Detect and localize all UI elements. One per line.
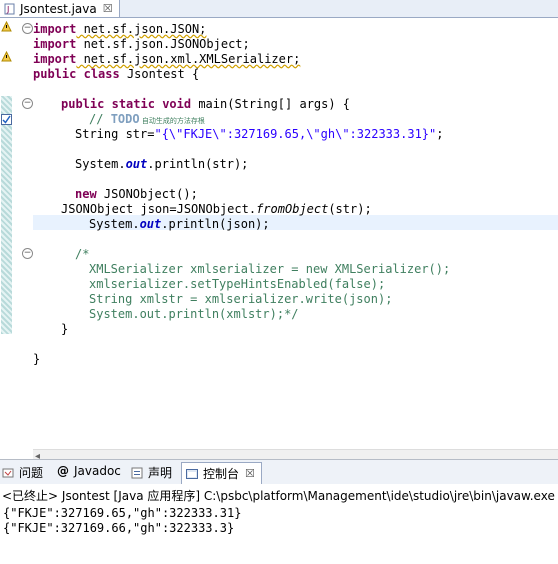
tab-javadoc-label: Javadoc xyxy=(74,464,121,478)
tab-javadoc[interactable]: @ Javadoc xyxy=(57,464,121,478)
editor-tab-label: Jsontest.java xyxy=(20,1,97,16)
code-line-close-class: } xyxy=(33,352,41,366)
code-line-comment-println: System.out.println(xmlstr);*/ xyxy=(89,307,299,321)
code-line-import-jsonobject: import net.sf.json.JSONObject; xyxy=(33,37,250,51)
code-line-class-decl: public class Jsontest { xyxy=(33,67,200,81)
code-line-import-xmlserializer: import net.sf.json.xml.XMLSerializer; xyxy=(33,52,301,66)
code-line-print-json: System.out.println(json); xyxy=(89,217,270,231)
code-line-comment-settypehints: xmlserializer.setTypeHintsEnabled(false)… xyxy=(89,277,386,291)
at-icon: @ xyxy=(57,464,69,478)
tab-declaration[interactable]: 声明 xyxy=(131,464,172,481)
tab-console-label: 控制台 xyxy=(203,467,240,481)
console-output-line: {"FKJE":327169.65,"gh":322333.31} xyxy=(3,506,242,520)
java-file-icon: J xyxy=(4,3,15,14)
declaration-icon xyxy=(131,467,143,478)
change-bar xyxy=(1,96,12,334)
fold-toggle-icon[interactable]: − xyxy=(22,23,33,34)
tab-problems-label: 问题 xyxy=(19,466,44,480)
console-status: <已终止> Jsontest [Java 应用程序] C:\psbc\platf… xyxy=(2,489,558,503)
bottom-panel-tab-bar: 问题 @ Javadoc 声明 控制台 ☒ xyxy=(0,459,558,485)
console-output-line: {"FKJE":327169.66,"gh":322333.3} xyxy=(3,521,235,535)
editor-tab-jsontest[interactable]: J Jsontest.java ☒ xyxy=(0,0,120,17)
console-view[interactable]: <已终止> Jsontest [Java 应用程序] C:\psbc\platf… xyxy=(0,484,558,564)
code-line-new-jsonobject: new JSONObject(); xyxy=(75,187,198,201)
tab-problems[interactable]: 问题 xyxy=(2,464,43,481)
svg-text:J: J xyxy=(6,5,9,14)
editor-tab-bar: J Jsontest.java ☒ xyxy=(0,0,558,18)
warning-icon[interactable] xyxy=(1,51,12,62)
close-icon[interactable]: ☒ xyxy=(103,2,113,15)
code-line-comment-open: /* xyxy=(75,247,90,261)
close-icon[interactable]: ☒ xyxy=(245,467,255,480)
code-line-string-decl: String str="{\"FKJE\":327169.65,\"gh\":3… xyxy=(75,127,444,141)
code-line-import-json: import net.sf.json.JSON; xyxy=(33,22,207,36)
code-line-close-method: } xyxy=(61,322,69,336)
code-line-print-str: System.out.println(str); xyxy=(75,157,249,171)
code-line-json-decl: JSONObject json=JSONObject.fromObject(st… xyxy=(61,202,372,216)
code-line-comment-xmlserializer: XMLSerializer xmlserializer = new XMLSer… xyxy=(89,262,451,276)
warning-icon[interactable] xyxy=(1,21,12,32)
fold-toggle-icon[interactable]: − xyxy=(22,98,33,109)
task-check-icon[interactable] xyxy=(1,114,12,125)
code-line-main-signature: public static void main(String[] args) { xyxy=(61,97,351,111)
code-editor[interactable]: − − − import net.sf.json.JSON; import ne… xyxy=(0,18,558,463)
console-icon xyxy=(186,468,198,479)
code-line-comment-write: String xmlstr = xmlserializer.write(json… xyxy=(89,292,393,306)
tab-declaration-label: 声明 xyxy=(148,466,173,480)
tab-console[interactable]: 控制台 ☒ xyxy=(181,462,262,484)
fold-toggle-icon[interactable]: − xyxy=(22,248,33,259)
problems-icon xyxy=(2,468,14,477)
